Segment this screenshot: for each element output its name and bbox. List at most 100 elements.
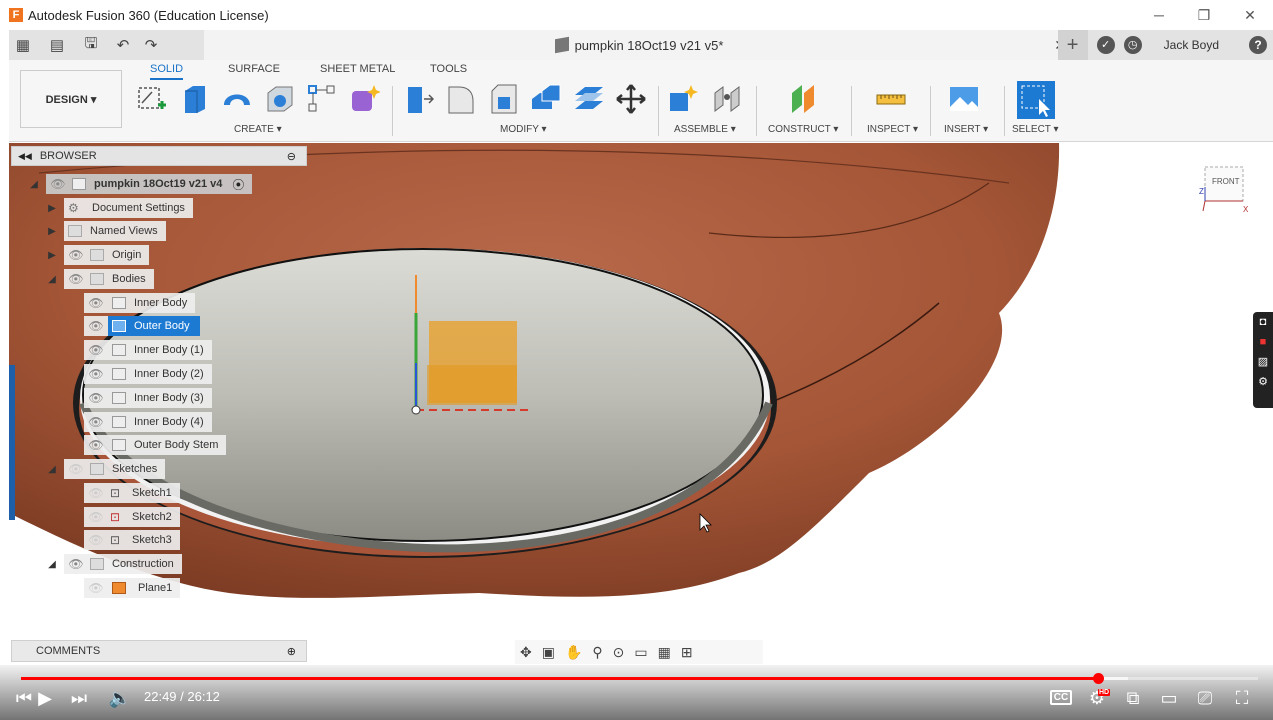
fillet-icon[interactable] [445,83,477,115]
cast-icon[interactable]: ⎚ [1192,686,1218,710]
browser-item-body[interactable]: 👁 Inner Body (1) [84,340,212,360]
tab-solid[interactable]: SOLID [150,63,184,80]
insert-menu[interactable]: INSERT ▾ [944,124,988,135]
browser-item-plane[interactable]: 👁 Plane1 [84,578,181,598]
browser-item-body[interactable]: 👁 Inner Body [84,293,196,313]
visibility-eye-icon[interactable]: 👁 [88,368,104,380]
user-account[interactable]: Jack Boyd [1164,38,1219,52]
file-menu-icon[interactable]: ▤ [45,33,69,57]
browser-item-document-settings[interactable]: ▶ ⚙ Document Settings [46,198,193,218]
visibility-eye-icon[interactable]: 👁 [88,416,104,428]
assemble-menu[interactable]: ASSEMBLE ▾ [674,124,736,135]
chamfer-icon[interactable] [488,83,520,115]
visibility-eye-icon[interactable]: 👁 [88,392,104,404]
collapse-browser-icon[interactable]: ◀◀ [18,151,32,162]
tab-tools[interactable]: TOOLS [430,63,467,75]
browser-item-body[interactable]: 👁 Inner Body (3) [84,388,212,408]
visibility-eye-icon[interactable]: 👁 [88,320,104,332]
hidden-eye-icon[interactable]: 👁 [88,511,104,523]
undo-icon[interactable]: ↶ [111,33,135,57]
visibility-eye-icon[interactable]: 👁 [68,273,84,285]
browser-item-body[interactable]: 👁 Inner Body (2) [84,364,212,384]
job-status-icon[interactable]: ✓ [1096,36,1115,54]
settings-gear-icon[interactable]: ⚙ [1253,372,1273,392]
extrude-icon[interactable] [179,83,211,115]
browser-item-body[interactable]: 👁 Outer Body Stem [84,435,227,455]
new-component-icon[interactable] [667,83,699,115]
fullscreen-icon[interactable]: ⛶ [1229,686,1255,710]
browser-item-named-views[interactable]: ▶ Named Views [46,221,166,241]
create-sketch-icon[interactable] [136,83,168,115]
hidden-eye-icon[interactable]: 👁 [88,534,104,546]
browser-item-sketch[interactable]: 👁 ⊡ Sketch1 [84,483,180,503]
hidden-eye-icon[interactable]: 👁 [68,463,84,475]
captions-button[interactable]: CC [1049,686,1073,710]
play-icon[interactable]: ▶ [34,686,56,710]
press-pull-icon[interactable] [402,83,434,115]
help-icon[interactable]: ? [1249,36,1267,54]
comments-panel[interactable]: COMMENTS ⊕ [11,640,307,662]
viewports-icon[interactable]: ⊞ [681,644,693,661]
activate-radio-icon[interactable]: ⦿ [232,176,244,193]
insert-canvas-icon[interactable] [948,83,980,115]
visibility-eye-icon[interactable]: 👁 [68,249,84,261]
fit-icon[interactable]: ⊙ [613,644,625,661]
look-at-icon[interactable]: ▣ [542,644,555,661]
browser-item-origin[interactable]: ▶ 👁 Origin [46,245,150,265]
browser-item-sketch[interactable]: 👁 ⊡ Sketch2 [84,507,180,527]
theater-mode-icon[interactable]: ▭ [1156,686,1182,710]
image-icon[interactable]: ▨ [1253,352,1273,372]
create-menu[interactable]: CREATE ▾ [234,124,282,135]
shell-icon[interactable] [264,83,296,115]
previous-icon[interactable]: ⏮ [14,686,34,710]
select-menu[interactable]: SELECT ▾ [1012,124,1059,135]
hidden-eye-icon[interactable]: 👁 [88,582,104,594]
record-icon[interactable]: ■ [1253,332,1273,352]
pattern-icon[interactable] [306,83,338,115]
visibility-eye-icon[interactable]: 👁 [88,344,104,356]
collapse-arrow-icon[interactable]: ◢ [28,179,40,190]
restore-button[interactable]: ❐ [1194,5,1214,25]
replace-face-icon[interactable] [573,83,605,115]
modify-menu[interactable]: MODIFY ▾ [500,124,547,135]
add-comment-icon[interactable]: ⊕ [287,645,296,658]
combine-icon[interactable] [530,83,562,115]
zoom-icon[interactable]: ⚲ [592,644,602,661]
browser-item-sketch[interactable]: 👁 ⊡ Sketch3 [84,530,180,550]
visibility-eye-icon[interactable]: 👁 [68,558,84,570]
visibility-eye-icon[interactable]: 👁 [88,297,104,309]
move-copy-icon[interactable] [615,83,647,115]
tab-surface[interactable]: SURFACE [228,63,280,75]
browser-root[interactable]: ◢ 👁 pumpkin 18Oct19 v21 v4 ⦿ [28,174,253,194]
measure-icon[interactable] [875,83,907,115]
redo-icon[interactable]: ↷ [139,33,163,57]
offset-plane-icon[interactable] [788,83,820,115]
visibility-eye-icon[interactable]: 👁 [50,178,66,190]
browser-item-sketches[interactable]: ◢ 👁 Sketches [46,459,166,479]
browser-item-bodies[interactable]: ◢ 👁 Bodies [46,269,154,289]
camera-icon[interactable]: ◘ [1253,312,1273,332]
workspace-switcher[interactable]: DESIGN ▾ [20,70,122,128]
form-icon[interactable] [348,83,380,115]
browser-pin-icon[interactable]: ⊖ [287,150,296,163]
next-icon[interactable]: ⏭ [66,686,92,710]
pan-hand-icon[interactable]: ✋ [565,644,582,661]
browser-item-construction[interactable]: ◢ 👁 Construction [46,554,182,574]
browser-item-body[interactable]: 👁 Inner Body (4) [84,412,212,432]
view-cube[interactable]: FRONT Z X [1199,165,1248,214]
joint-icon[interactable] [711,83,743,115]
notifications-clock-icon[interactable]: ◷ [1123,36,1142,54]
new-tab-button[interactable]: + [1057,30,1088,60]
orbit-icon[interactable]: ✥ [520,644,532,661]
inspect-menu[interactable]: INSPECT ▾ [867,124,918,135]
save-icon[interactable]: 🖫 [79,33,103,57]
document-tab[interactable]: pumpkin 18Oct19 v21 v5* ✕ [204,30,1074,60]
data-panel-grid-icon[interactable]: ▦ [11,33,35,57]
browser-item-body-selected[interactable]: 👁 Outer Body [84,316,200,336]
volume-icon[interactable]: 🔈 [108,686,132,710]
tab-sheet-metal[interactable]: SHEET METAL [320,63,395,75]
minimize-button[interactable]: ─ [1149,5,1169,25]
view-cube-icon[interactable] [1199,165,1247,213]
hidden-eye-icon[interactable]: 👁 [88,487,104,499]
select-icon[interactable] [1017,81,1055,119]
